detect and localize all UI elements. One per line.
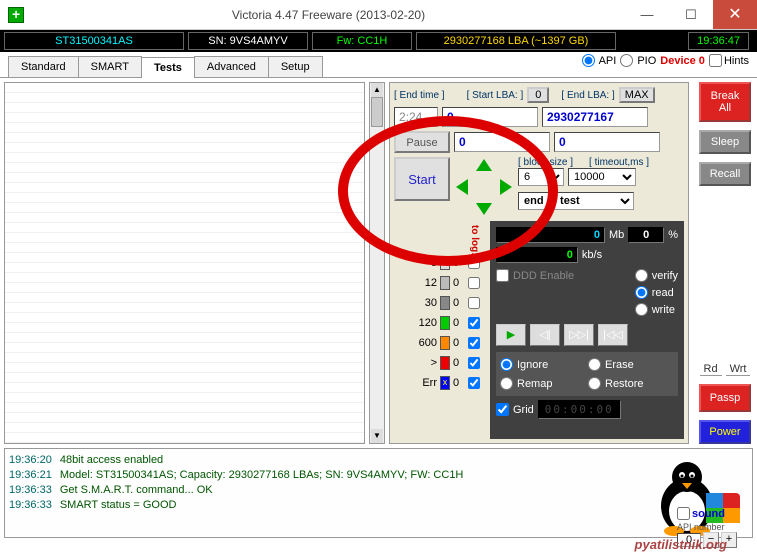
legend-sq-600 — [440, 336, 450, 350]
start-button[interactable]: Start — [394, 157, 450, 201]
verify-radio[interactable] — [635, 269, 648, 282]
timer-display: 00:00:00 — [538, 400, 621, 419]
scroll-up-icon[interactable]: ▲ — [371, 83, 383, 97]
info-bar: ST31500341AS SN: 9VS4AMYV Fw: CC1H 29302… — [0, 30, 757, 52]
end-time-label: [ End time ] — [394, 90, 445, 101]
window-title: Victoria 4.47 Freeware (2013-02-20) — [32, 8, 625, 22]
right-input[interactable] — [554, 132, 660, 152]
tab-setup[interactable]: Setup — [268, 56, 323, 77]
scan-grid — [4, 82, 365, 444]
break-all-button[interactable]: Break All — [699, 82, 751, 122]
step-back-button[interactable]: ◁| — [530, 324, 560, 346]
skip-back-button[interactable]: |◁◁ — [598, 324, 628, 346]
max-button[interactable]: MAX — [619, 87, 655, 103]
grid-checkbox[interactable] — [496, 403, 509, 416]
pause-button[interactable]: Pause — [394, 131, 450, 153]
hints-checkbox[interactable] — [709, 54, 722, 67]
ddd-checkbox[interactable] — [496, 269, 509, 282]
legend-chk-600[interactable] — [468, 337, 480, 349]
remap-radio[interactable] — [500, 377, 513, 390]
maximize-button[interactable]: ☐ — [669, 0, 713, 29]
mid-input[interactable] — [454, 132, 550, 152]
tab-standard[interactable]: Standard — [8, 56, 79, 77]
legend: to log: 30 120 300 1200 6000 >0 Errx0 — [394, 221, 484, 439]
api-number-label: API number — [677, 522, 749, 532]
nav-diamond — [454, 157, 514, 217]
nav-up-icon[interactable] — [476, 159, 492, 171]
control-panel: [ End time ] [ Start LBA: ] 0 [ End LBA:… — [389, 82, 689, 444]
titlebar: Victoria 4.47 Freeware (2013-02-20) — ☐ … — [0, 0, 757, 30]
legend-sq-3 — [440, 256, 450, 270]
legend-chk-gt[interactable] — [468, 357, 480, 369]
end-time-input[interactable] — [394, 107, 438, 127]
drive-sn: SN: 9VS4AMYV — [188, 32, 308, 50]
mb-meter: 0 — [496, 227, 605, 243]
rd-label: Rd — [700, 363, 722, 376]
skip-fwd-button[interactable]: ▷▷| — [564, 324, 594, 346]
kbs-meter: 0 — [496, 247, 578, 263]
play-button[interactable]: ▶ — [496, 324, 526, 346]
drive-model: ST31500341AS — [4, 32, 184, 50]
block-size-label: [ block size ] — [518, 157, 573, 168]
pio-radio[interactable] — [620, 54, 633, 67]
scroll-thumb[interactable] — [371, 97, 383, 127]
legend-chk-3[interactable] — [468, 257, 480, 269]
passp-button[interactable]: Passp — [699, 384, 751, 412]
scroll-down-icon[interactable]: ▼ — [371, 429, 383, 443]
grid-scrollbar[interactable]: ▲ ▼ — [369, 82, 385, 444]
start-lba-zero-button[interactable]: 0 — [527, 87, 549, 103]
start-lba-input[interactable] — [442, 107, 538, 127]
sleep-button[interactable]: Sleep — [699, 130, 751, 154]
tab-smart[interactable]: SMART — [78, 56, 142, 77]
nav-right-icon[interactable] — [500, 179, 512, 195]
legend-sq-gt — [440, 356, 450, 370]
nav-left-icon[interactable] — [456, 179, 468, 195]
power-button[interactable]: Power — [699, 420, 751, 444]
minimize-button[interactable]: — — [625, 0, 669, 29]
read-radio[interactable] — [635, 286, 648, 299]
legend-sq-120 — [440, 316, 450, 330]
clock: 19:36:47 — [688, 32, 749, 50]
start-lba-label: [ Start LBA: ] — [467, 90, 524, 101]
to-log-label: to log: — [469, 225, 480, 256]
close-button[interactable]: ✕ — [713, 0, 757, 29]
drive-fw: Fw: CC1H — [312, 32, 412, 50]
app-icon — [8, 7, 24, 23]
api-radio[interactable] — [582, 54, 595, 67]
end-lba-label: [ End LBA: ] — [561, 90, 614, 101]
sidebar-right: Break All Sleep Recall Rd Wrt Passp Power — [693, 78, 757, 448]
legend-chk-err[interactable] — [468, 377, 480, 389]
recall-button[interactable]: Recall — [699, 162, 751, 186]
restore-radio[interactable] — [588, 377, 601, 390]
tab-advanced[interactable]: Advanced — [194, 56, 269, 77]
legend-sq-12 — [440, 276, 450, 290]
meters-panel: 0Mb 0% 0kb/s DDD Enable verify read writ… — [490, 221, 684, 439]
timeout-label: [ timeout,ms ] — [589, 157, 649, 168]
legend-chk-120[interactable] — [468, 317, 480, 329]
drive-lba: 2930277168 LBA (~1397 GB) — [416, 32, 616, 50]
legend-sq-30 — [440, 296, 450, 310]
ignore-radio[interactable] — [500, 358, 513, 371]
legend-chk-12[interactable] — [468, 277, 480, 289]
end-of-test-select[interactable]: end of test — [518, 192, 634, 210]
tab-bar: Standard SMART Tests Advanced Setup API … — [0, 52, 757, 78]
legend-chk-30[interactable] — [468, 297, 480, 309]
end-lba-input[interactable] — [542, 107, 648, 127]
block-size-select[interactable]: 6 — [518, 168, 564, 186]
legend-sq-err: x — [440, 376, 450, 390]
erase-radio[interactable] — [588, 358, 601, 371]
nav-down-icon[interactable] — [476, 203, 492, 215]
device-label: Device 0 — [660, 55, 705, 67]
pct-meter: 0 — [628, 227, 664, 243]
watermark: pyatilistnik.org — [635, 537, 727, 552]
wrt-label: Wrt — [726, 363, 751, 376]
sound-checkbox[interactable] — [677, 507, 690, 520]
write-radio[interactable] — [635, 303, 648, 316]
log-area: 19:36:2048bit access enabled 19:36:21Mod… — [4, 448, 753, 538]
timeout-select[interactable]: 10000 — [568, 168, 636, 186]
tab-tests[interactable]: Tests — [141, 57, 195, 78]
